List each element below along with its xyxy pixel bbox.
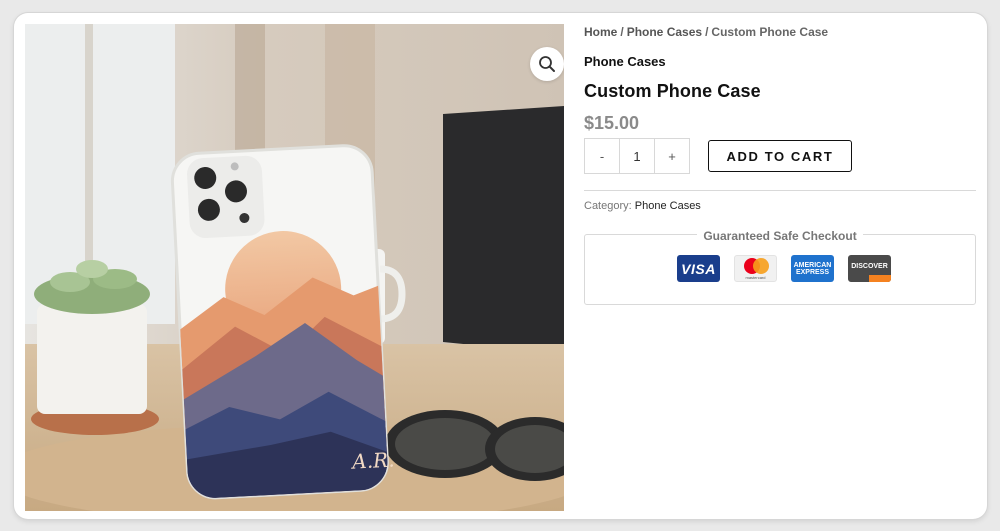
- breadcrumb-current: Custom Phone Case: [711, 25, 829, 39]
- amex-label-line2: EXPRESS: [795, 268, 830, 276]
- mastercard-icon: mastercard: [734, 255, 777, 282]
- amex-icon: AMERICAN EXPRESS: [791, 255, 834, 282]
- visa-label: VISA: [681, 260, 716, 277]
- product-image-gallery[interactable]: A.R.: [25, 24, 564, 511]
- quantity-stepper: - 1 +: [584, 138, 690, 174]
- mastercard-label: mastercard: [745, 274, 766, 280]
- breadcrumb-category-link[interactable]: Phone Cases: [627, 25, 702, 39]
- product-price: $15.00: [584, 113, 640, 133]
- safe-checkout-heading: Guaranteed Safe Checkout: [697, 229, 863, 243]
- breadcrumb: Home / Phone Cases / Custom Phone Case: [584, 25, 976, 41]
- add-to-cart-form: - 1 + ADD TO CART: [584, 138, 976, 174]
- zoom-button[interactable]: [530, 47, 564, 81]
- product-meta: Category: Phone Cases: [584, 200, 976, 212]
- quantity-decrease-button[interactable]: -: [585, 139, 619, 173]
- breadcrumb-home-link[interactable]: Home: [584, 25, 617, 39]
- breadcrumb-separator: /: [620, 25, 624, 39]
- safe-checkout-box: Guaranteed Safe Checkout VISA mastercard…: [584, 229, 976, 305]
- visa-icon: VISA: [677, 255, 720, 282]
- product-photo: A.R.: [25, 24, 564, 511]
- category-link[interactable]: Phone Cases: [635, 200, 701, 212]
- breadcrumb-separator: /: [705, 25, 709, 39]
- product-category-heading: Phone Cases: [584, 54, 666, 69]
- divider: [584, 190, 976, 191]
- case-monogram: A.R.: [350, 447, 395, 473]
- quantity-increase-button[interactable]: +: [655, 139, 689, 173]
- magnifier-icon: [539, 56, 555, 72]
- quantity-input[interactable]: 1: [619, 139, 655, 173]
- amex-label-line1: AMERICAN: [793, 261, 832, 269]
- add-to-cart-button[interactable]: ADD TO CART: [708, 140, 852, 172]
- discover-icon: DISCOVER: [848, 255, 891, 282]
- category-label: Category:: [584, 200, 632, 212]
- product-page: A.R. Home / Phone Cases / Custom Phone Case …: [14, 13, 987, 519]
- payment-icons: VISA mastercard AMERICAN EXPRESS DISCOVE…: [677, 255, 891, 282]
- discover-label: DISCOVER: [851, 263, 888, 270]
- product-summary: Home / Phone Cases / Custom Phone Case Phone…: [584, 25, 976, 305]
- product-title: Custom Phone Case: [584, 81, 761, 101]
